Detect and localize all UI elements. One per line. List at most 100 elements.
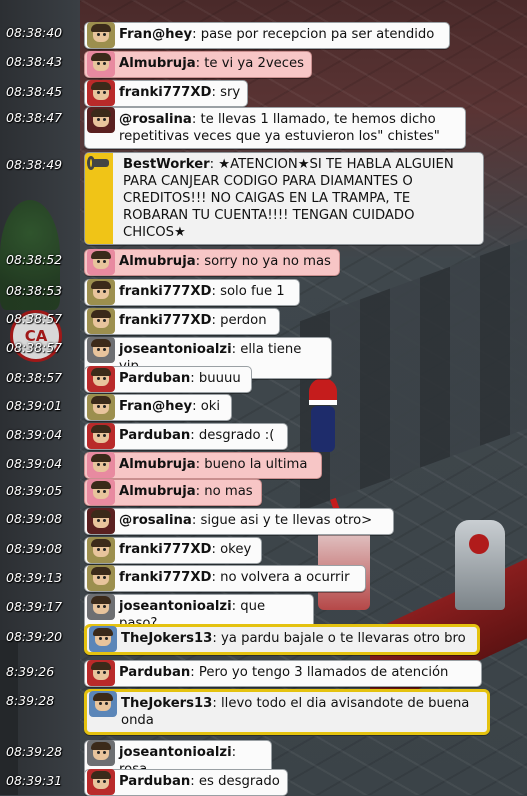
message-text: Fran@hey: oki	[119, 399, 221, 414]
message-timestamp: 08:38:43	[6, 54, 63, 69]
user-avatar[interactable]	[87, 279, 115, 305]
message-body: Pero yo tengo 3 llamados de atención	[198, 665, 449, 680]
chat-bubble[interactable]: TheJokers13: ya pardu bajale o te llevar…	[84, 624, 480, 655]
chat-bubble[interactable]: Fran@hey: oki	[84, 394, 232, 421]
message-username[interactable]: Parduban	[119, 774, 190, 789]
chat-bubble[interactable]: Parduban: Pero yo tengo 3 llamados de at…	[84, 660, 482, 687]
message-username[interactable]: franki777XD	[119, 313, 211, 328]
message-body: ya pardu bajale o te llevaras otro bro	[221, 631, 466, 646]
user-avatar[interactable]	[87, 308, 115, 334]
message-timestamp: 8:39:26	[6, 664, 55, 679]
user-avatar[interactable]	[87, 80, 115, 106]
chat-bubble[interactable]: franki777XD: no volvera a ocurrir	[84, 565, 366, 592]
chat-bubble[interactable]: franki777XD: sry	[84, 80, 248, 107]
chat-bubble[interactable]: franki777XD: okey	[84, 537, 262, 564]
user-avatar[interactable]	[87, 479, 115, 505]
user-avatar[interactable]	[87, 337, 115, 363]
message-timestamp: 08:39:01	[6, 398, 63, 413]
user-avatar[interactable]	[87, 51, 115, 77]
chat-bubble[interactable]: @rosalina: te llevas 1 llamado, te hemos…	[84, 107, 466, 149]
user-avatar[interactable]	[87, 423, 115, 449]
user-avatar[interactable]	[87, 366, 115, 392]
message-username[interactable]: @rosalina	[119, 112, 192, 127]
chat-bubble[interactable]: @rosalina: sigue asi y te llevas otro>	[84, 508, 394, 535]
message-text: TheJokers13: llevo todo el dia avisandot…	[121, 696, 474, 728]
message-username[interactable]: Fran@hey	[119, 399, 192, 414]
message-text: franki777XD: sry	[119, 85, 241, 100]
message-timestamp: 08:39:31	[6, 773, 63, 788]
message-username[interactable]: Almubruja	[119, 56, 196, 71]
message-body: no mas	[204, 484, 253, 499]
user-avatar[interactable]	[87, 452, 115, 478]
chat-bubble[interactable]: Almubruja: te vi ya 2veces	[84, 51, 312, 78]
message-username[interactable]: Fran@hey	[119, 27, 192, 42]
chat-bubble[interactable]: Parduban: buuuu	[84, 366, 252, 393]
user-avatar[interactable]	[87, 249, 115, 275]
message-username[interactable]: Almubruja	[119, 254, 196, 269]
message-username[interactable]: franki777XD	[119, 542, 211, 557]
message-body: desgrado :(	[198, 428, 275, 443]
chat-log: 08:38:40 Fran@hey: pase por recepcion pa …	[0, 0, 527, 796]
message-body: sigue asi y te llevas otro>	[200, 513, 373, 528]
chat-bubble[interactable]: Almubruja: sorry no ya no mas	[84, 249, 340, 276]
chat-bubble[interactable]: Parduban: desgrado :(	[84, 423, 288, 450]
user-avatar[interactable]	[87, 107, 115, 133]
message-username[interactable]: Parduban	[119, 665, 190, 680]
message-timestamp: 08:39:04	[6, 456, 63, 471]
chat-bubble[interactable]: Parduban: es desgrado	[84, 769, 288, 796]
user-avatar[interactable]	[87, 660, 115, 686]
user-avatar[interactable]	[87, 769, 115, 795]
message-username[interactable]: joseantonioalzi	[119, 745, 232, 760]
message-text: Parduban: desgrado :(	[119, 428, 275, 443]
message-timestamp: 08:38:47	[6, 110, 63, 125]
message-text: Parduban: buuuu	[119, 371, 241, 386]
user-avatar[interactable]	[87, 594, 115, 620]
user-avatar[interactable]	[87, 740, 115, 766]
user-avatar[interactable]	[87, 394, 115, 420]
chat-bubble[interactable]: Fran@hey: pase por recepcion pa ser aten…	[84, 22, 450, 49]
message-body: bueno la ultima	[204, 457, 308, 472]
message-timestamp: 08:39:28	[6, 744, 63, 759]
chat-bubble[interactable]: franki777XD: perdon	[84, 308, 280, 335]
message-text: franki777XD: okey	[119, 542, 252, 557]
user-avatar[interactable]	[89, 691, 117, 717]
chat-bubble[interactable]: franki777XD: solo fue 1	[84, 279, 300, 306]
message-timestamp: 08:38:45	[6, 84, 63, 99]
message-text: franki777XD: solo fue 1	[119, 284, 285, 299]
message-body: perdon	[220, 313, 267, 328]
message-text: BestWorker: ★ATENCION★SI TE HABLA ALGUIE…	[123, 157, 458, 240]
message-timestamp: 8:39:28	[6, 693, 55, 708]
message-username[interactable]: Parduban	[119, 428, 190, 443]
user-avatar[interactable]	[87, 508, 115, 534]
user-avatar[interactable]	[87, 152, 115, 178]
message-timestamp: 08:39:04	[6, 427, 63, 442]
user-avatar[interactable]	[89, 626, 117, 652]
message-username[interactable]: franki777XD	[119, 570, 211, 585]
message-username[interactable]: Almubruja	[119, 457, 196, 472]
message-username[interactable]: joseantonioalzi	[119, 599, 232, 614]
message-username[interactable]: franki777XD	[119, 284, 211, 299]
message-username[interactable]: @rosalina	[119, 513, 192, 528]
message-body: pase por recepcion pa ser atendido	[200, 27, 435, 42]
message-timestamp: 08:39:20	[6, 629, 63, 644]
message-text: Almubruja: sorry no ya no mas	[119, 254, 331, 269]
chat-bubble[interactable]: BestWorker: ★ATENCION★SI TE HABLA ALGUIE…	[84, 152, 484, 245]
message-username[interactable]: Almubruja	[119, 484, 196, 499]
chat-bubble[interactable]: TheJokers13: llevo todo el dia avisandot…	[84, 689, 490, 735]
message-text: Almubruja: bueno la ultima	[119, 457, 308, 472]
message-username[interactable]: Parduban	[119, 371, 190, 386]
message-timestamp: 08:38:57	[6, 311, 63, 326]
message-username[interactable]: TheJokers13	[121, 631, 212, 646]
user-avatar[interactable]	[87, 22, 115, 48]
message-username[interactable]: TheJokers13	[121, 696, 212, 711]
message-username[interactable]: franki777XD	[119, 85, 211, 100]
message-timestamp: 08:39:08	[6, 541, 63, 556]
message-username[interactable]: BestWorker	[123, 157, 210, 172]
user-avatar[interactable]	[87, 537, 115, 563]
chat-bubble[interactable]: Almubruja: bueno la ultima	[84, 452, 322, 479]
message-text: Almubruja: no mas	[119, 484, 253, 499]
user-avatar[interactable]	[87, 565, 115, 591]
chat-bubble[interactable]: Almubruja: no mas	[84, 479, 262, 506]
message-username[interactable]: joseantonioalzi	[119, 342, 232, 357]
message-body: sorry no ya no mas	[204, 254, 331, 269]
